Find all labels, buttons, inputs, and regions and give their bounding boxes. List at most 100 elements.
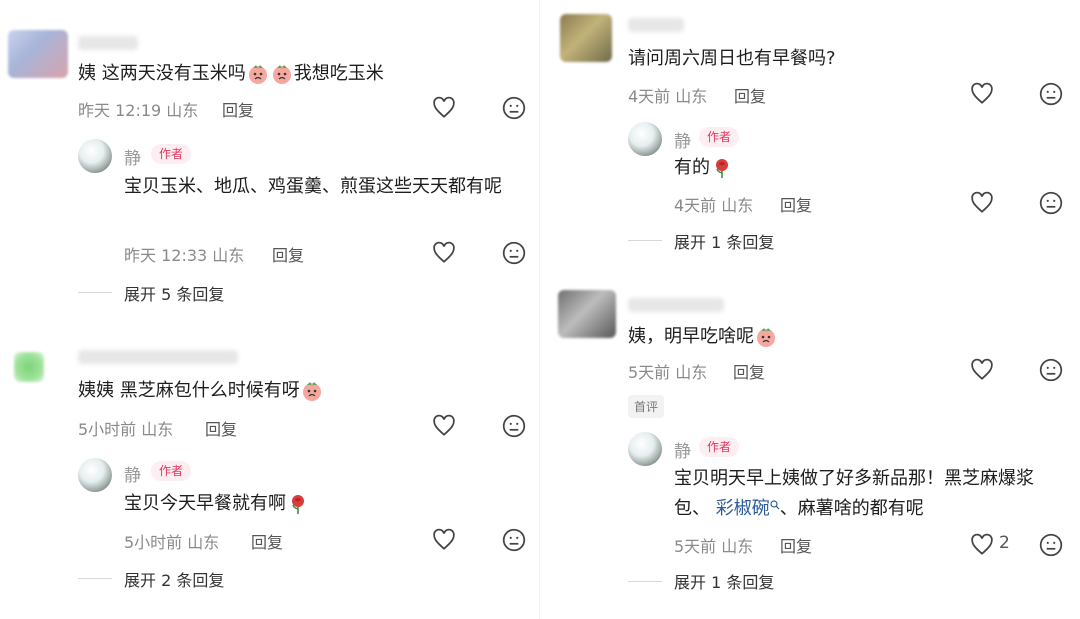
comment-meta: 昨天 12:19 山东 <box>78 97 198 121</box>
reply-meta: 5小时前 山东 <box>124 529 219 553</box>
comment-location: 山东 <box>141 420 174 439</box>
user-avatar[interactable] <box>8 30 68 78</box>
product-link[interactable]: 彩椒碗 <box>716 498 770 519</box>
comment-meta: 5小时前 山东 <box>78 416 173 440</box>
meh-face-icon[interactable] <box>1038 81 1064 107</box>
username-blurred[interactable] <box>78 36 138 50</box>
expand-divider <box>78 292 112 293</box>
meh-face-icon[interactable] <box>1038 357 1064 383</box>
expand-replies-button[interactable]: 展开 1 条回复 <box>674 229 774 253</box>
left-comment-column: 姨 这两天没有玉米吗 我想吃玉米 昨天 12:19 山东 回复 静 作者 宝贝玉米… <box>0 0 540 619</box>
expand-replies-button[interactable]: 展开 2 条回复 <box>124 567 224 591</box>
user-avatar[interactable] <box>558 290 616 338</box>
reply-button[interactable]: 回复 <box>272 242 304 266</box>
meh-face-icon[interactable] <box>1038 190 1064 216</box>
first-comment-badge: 首评 <box>628 395 665 418</box>
meh-face-icon[interactable] <box>501 95 527 121</box>
comment-text: 姨 这两天没有玉米吗 我想吃玉米 <box>78 59 384 89</box>
author-badge: 作者 <box>151 461 192 481</box>
crying-emoji-icon <box>247 63 269 85</box>
expand-divider <box>628 581 662 582</box>
comment-location: 山东 <box>675 363 708 382</box>
heart-outline-icon[interactable] <box>431 240 457 266</box>
expand-replies-button[interactable]: 展开 5 条回复 <box>124 281 224 305</box>
author-avatar[interactable] <box>78 139 112 173</box>
user-avatar[interactable] <box>14 352 44 382</box>
reply-text: 有的 <box>674 153 734 183</box>
reply-button[interactable]: 回复 <box>780 533 812 557</box>
reply-button[interactable]: 回复 <box>733 359 765 383</box>
author-badge: 作者 <box>151 144 192 164</box>
reply-text-part: 包、 <box>674 498 710 519</box>
username-blurred[interactable] <box>628 18 684 32</box>
heart-outline-icon[interactable] <box>969 190 995 216</box>
comment-meta: 5天前 山东 <box>628 359 707 383</box>
heart-outline-icon[interactable] <box>969 532 995 558</box>
meh-face-icon[interactable] <box>501 527 527 553</box>
reply-time: 5天前 <box>674 537 717 556</box>
expand-divider <box>78 578 112 579</box>
expand-replies-button[interactable]: 展开 1 条回复 <box>674 569 774 593</box>
username-blurred[interactable] <box>628 298 724 312</box>
author-name[interactable]: 静 <box>124 144 141 169</box>
reply-text-line-2: 包、 彩椒碗 、麻薯啥的都有呢 <box>674 494 924 524</box>
reply-button[interactable]: 回复 <box>734 83 766 107</box>
meh-face-icon[interactable] <box>501 413 527 439</box>
comment-text: 姨姨 黑芝麻包什么时候有呀 <box>78 376 324 406</box>
author-avatar[interactable] <box>78 458 112 492</box>
heart-outline-icon[interactable] <box>969 357 995 383</box>
comment-text-part: 姨 这两天没有玉米吗 <box>78 63 246 84</box>
meh-face-icon[interactable] <box>501 240 527 266</box>
heart-outline-icon[interactable] <box>431 95 457 121</box>
expand-divider <box>628 240 662 241</box>
heart-outline-icon[interactable] <box>431 527 457 553</box>
reply-button[interactable]: 回复 <box>251 529 283 553</box>
comment-meta: 4天前 山东 <box>628 83 707 107</box>
search-icon[interactable] <box>770 500 780 510</box>
comment-time: 4天前 <box>628 87 671 106</box>
author-name[interactable]: 静 <box>674 127 691 152</box>
reply-location: 山东 <box>721 537 754 556</box>
reply-text: 宝贝玉米、地瓜、鸡蛋羹、煎蛋这些天天都有呢 <box>124 176 502 197</box>
reply-text-part: 、麻薯啥的都有呢 <box>779 498 924 519</box>
comment-text-part: 姨姨 黑芝麻包什么时候有呀 <box>78 380 300 401</box>
reply-time: 昨天 12:33 <box>124 246 208 265</box>
comment-text: 请问周六周日也有早餐吗? <box>628 48 836 69</box>
crying-emoji-icon <box>755 326 777 348</box>
heart-outline-icon[interactable] <box>431 413 457 439</box>
comment-time: 5小时前 <box>78 420 137 439</box>
comment-text-part: 我想吃玉米 <box>293 63 384 84</box>
comment-location: 山东 <box>675 87 708 106</box>
crying-emoji-icon <box>301 380 323 402</box>
comment-text: 姨，明早吃啥呢 <box>628 322 778 352</box>
author-name[interactable]: 静 <box>674 437 691 462</box>
right-comment-column: 请问周六周日也有早餐吗? 4天前 山东 回复 静 作者 有的 4天前 山东 回复… <box>540 0 1080 619</box>
author-name[interactable]: 静 <box>124 461 141 486</box>
username-blurred[interactable] <box>78 350 238 364</box>
comment-location: 山东 <box>166 101 199 120</box>
comment-time: 昨天 12:19 <box>78 101 162 120</box>
meh-face-icon[interactable] <box>1038 532 1064 558</box>
comment-text-part: 姨，明早吃啥呢 <box>628 326 754 347</box>
author-badge: 作者 <box>699 127 740 147</box>
reply-button[interactable]: 回复 <box>780 192 812 216</box>
reply-location: 山东 <box>212 246 245 265</box>
reply-meta: 4天前 山东 <box>674 192 753 216</box>
user-avatar[interactable] <box>560 14 612 62</box>
author-avatar[interactable] <box>628 122 662 156</box>
reply-button[interactable]: 回复 <box>205 416 237 440</box>
reply-meta: 5天前 山东 <box>674 533 753 557</box>
reply-text: 宝贝今天早餐就有啊 <box>124 489 310 519</box>
heart-outline-icon[interactable] <box>969 81 995 107</box>
reply-time: 4天前 <box>674 196 717 215</box>
author-avatar[interactable] <box>628 432 662 466</box>
comment-time: 5天前 <box>628 363 671 382</box>
reply-meta: 昨天 12:33 山东 <box>124 242 244 266</box>
author-badge: 作者 <box>699 437 740 457</box>
rose-emoji-icon <box>711 157 733 179</box>
reply-button[interactable]: 回复 <box>222 97 254 121</box>
like-count: 2 <box>999 533 1010 553</box>
reply-text-part: 有的 <box>674 157 710 178</box>
reply-location: 山东 <box>187 533 220 552</box>
reply-text-part: 宝贝今天早餐就有啊 <box>124 493 286 514</box>
